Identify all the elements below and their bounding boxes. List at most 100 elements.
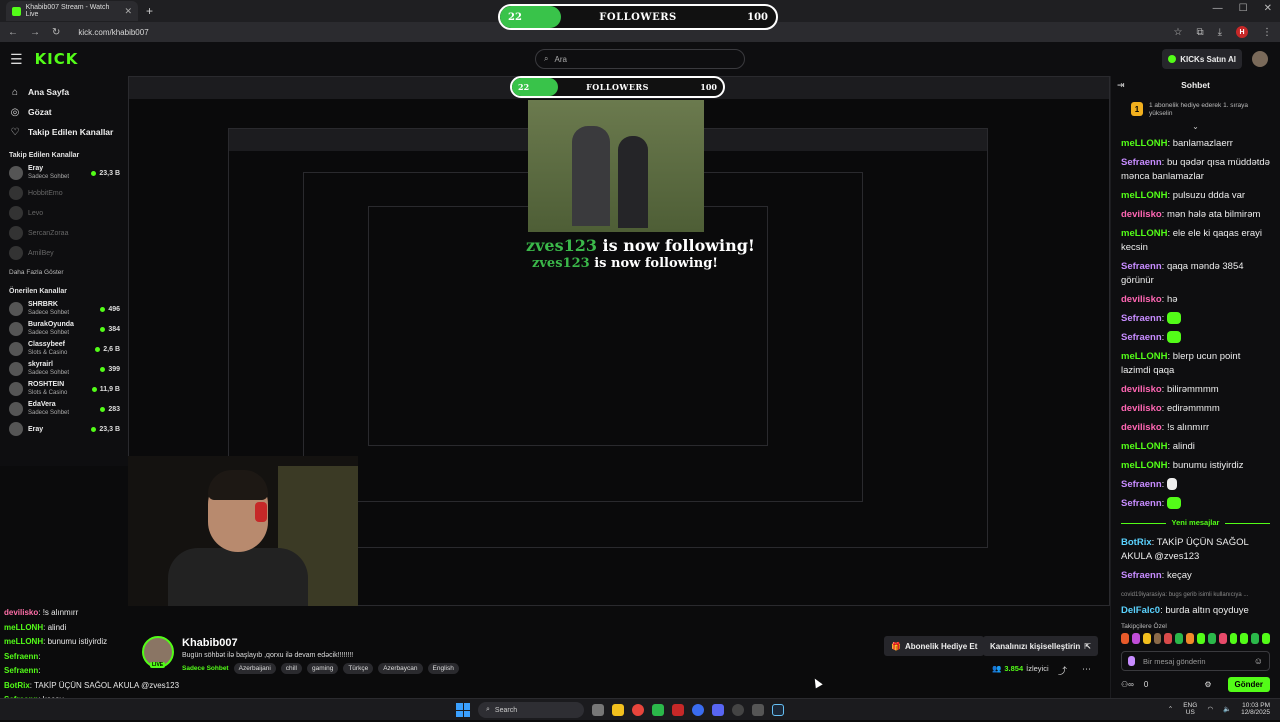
- follower-emote-icon[interactable]: [1154, 633, 1162, 644]
- follower-emote-icon[interactable]: [1240, 633, 1248, 644]
- app-icon-red[interactable]: [672, 704, 684, 716]
- channel-item[interactable]: EdaVeraSadece Sohbet283: [0, 399, 128, 419]
- stream-tag[interactable]: Azerbaijani: [234, 663, 276, 674]
- stream-tag[interactable]: Türkçe: [343, 663, 373, 674]
- chat-username[interactable]: meLLONH: [1121, 190, 1167, 201]
- menu-icon[interactable]: ☰: [10, 51, 23, 68]
- close-window-icon[interactable]: ✕: [1264, 3, 1272, 14]
- close-tab-icon[interactable]: ✕: [124, 6, 132, 17]
- steam-icon[interactable]: [772, 704, 784, 716]
- channel-item[interactable]: EraySadece Sohbet23,3 B: [0, 163, 128, 183]
- stream-tag[interactable]: chill: [281, 663, 302, 674]
- stream-tag[interactable]: Azerbaycan: [378, 663, 422, 674]
- obs-icon[interactable]: [732, 704, 744, 716]
- chat-username[interactable]: meLLONH: [1121, 138, 1167, 149]
- download-icon[interactable]: ⤓: [1218, 27, 1222, 38]
- minimize-icon[interactable]: —: [1213, 3, 1223, 14]
- channel-item[interactable]: ClassybeefSlots & Casino2,6 B: [0, 339, 128, 359]
- forward-icon[interactable]: →: [30, 27, 40, 38]
- channel-item[interactable]: SHRBRKSadece Sohbet496: [0, 299, 128, 319]
- maximize-icon[interactable]: ☐: [1239, 3, 1248, 14]
- streamer-name[interactable]: Khabib007: [182, 637, 238, 649]
- chat-username[interactable]: Sefraenn: [1121, 570, 1162, 581]
- settings-app-icon[interactable]: [752, 704, 764, 716]
- follower-emote-icon[interactable]: [1219, 633, 1227, 644]
- chat-username[interactable]: meLLONH: [1121, 441, 1167, 452]
- chat-username[interactable]: Sefraenn: [1121, 261, 1162, 272]
- channel-item[interactable]: BurakOyundaSadece Sohbet384: [0, 319, 128, 339]
- follower-emote-icon[interactable]: [1164, 633, 1172, 644]
- send-button[interactable]: Gönder: [1228, 677, 1270, 692]
- volume-icon[interactable]: 🔈: [1223, 705, 1231, 713]
- sidebar-nav-item[interactable]: ♡Takip Edilen Kanallar: [0, 122, 128, 142]
- chat-message-input[interactable]: Bir mesaj gönderin ☺: [1121, 651, 1270, 671]
- language-indicator[interactable]: ENG US: [1183, 702, 1197, 716]
- task-view-icon[interactable]: [592, 704, 604, 716]
- back-icon[interactable]: ←: [8, 27, 18, 38]
- follower-emote-icon[interactable]: [1186, 633, 1194, 644]
- channel-item[interactable]: skyrairlSadece Sohbet399: [0, 359, 128, 379]
- new-tab-button[interactable]: +: [146, 4, 153, 18]
- collapse-chat-icon[interactable]: ⇥: [1117, 80, 1125, 91]
- channel-item[interactable]: ROSHTEINSlots & Casino11,9 B: [0, 379, 128, 399]
- search-input[interactable]: ⌕ Ara: [535, 49, 745, 69]
- gift-subscription-button[interactable]: 🎁 Abonelik Hediye Et: [884, 636, 984, 656]
- reload-icon[interactable]: ↻: [52, 27, 60, 38]
- channel-item[interactable]: Levo: [0, 203, 128, 223]
- buy-kicks-button[interactable]: KICKs Satın Al: [1162, 49, 1242, 69]
- file-explorer-icon[interactable]: [612, 704, 624, 716]
- stream-category[interactable]: Sadece Sohbet: [182, 665, 229, 672]
- windows-start-icon[interactable]: [456, 703, 470, 717]
- browser-app-icon[interactable]: [692, 704, 704, 716]
- user-avatar[interactable]: [1252, 51, 1268, 67]
- tray-chevron-icon[interactable]: ⌃: [1168, 705, 1173, 713]
- chat-username[interactable]: Sefraenn: [1121, 498, 1162, 509]
- channel-item[interactable]: Eray23,3 B: [0, 419, 128, 439]
- channel-item[interactable]: HobbitEmo: [0, 183, 128, 203]
- settings-gear-icon[interactable]: ⚙: [1204, 680, 1211, 689]
- chat-username[interactable]: devilisko: [1121, 384, 1162, 395]
- chat-username[interactable]: Sefraenn: [1121, 332, 1162, 343]
- bookmark-star-icon[interactable]: ☆: [1173, 27, 1182, 38]
- follower-emote-icon[interactable]: [1143, 633, 1151, 644]
- follower-emote-icon[interactable]: [1197, 633, 1205, 644]
- browser-tab[interactable]: Khabib007 Stream - Watch Live ✕: [6, 1, 138, 21]
- follower-emote-icon[interactable]: [1230, 633, 1238, 644]
- sidebar-nav-item[interactable]: ⌂Ana Sayfa: [0, 82, 128, 102]
- chat-username[interactable]: devilisko: [1121, 422, 1162, 433]
- system-clock[interactable]: 10:03 PM 12/8/2025: [1241, 702, 1270, 716]
- extensions-icon[interactable]: ⧉: [1196, 27, 1203, 38]
- follower-emote-icon[interactable]: [1251, 633, 1259, 644]
- chat-username[interactable]: Sefraenn: [1121, 157, 1162, 168]
- expand-chevron-icon[interactable]: ⌄: [1111, 122, 1280, 131]
- follower-emote-icon[interactable]: [1121, 633, 1129, 644]
- emoji-icon[interactable]: ☺: [1254, 656, 1263, 666]
- follower-emote-icon[interactable]: [1262, 633, 1270, 644]
- channel-points-icon[interactable]: ⚇∞: [1121, 680, 1134, 689]
- channel-item[interactable]: AmilBey: [0, 243, 128, 263]
- discord-icon[interactable]: [712, 704, 724, 716]
- chat-username[interactable]: devilisko: [1121, 403, 1162, 414]
- chat-username[interactable]: devilisko: [1121, 209, 1162, 220]
- taskbar-search[interactable]: ⌕ Search: [478, 702, 584, 718]
- chrome-icon[interactable]: [632, 704, 644, 716]
- sidebar-nav-item[interactable]: ◎Gözat: [0, 102, 128, 122]
- chat-username[interactable]: devilisko: [1121, 294, 1162, 305]
- follower-emote-icon[interactable]: [1132, 633, 1140, 644]
- more-options-icon[interactable]: ⋯: [1082, 664, 1091, 675]
- chat-username[interactable]: meLLONH: [1121, 460, 1167, 471]
- browser-menu-icon[interactable]: ⋮: [1262, 27, 1272, 38]
- url-field[interactable]: kick.com/khabib007: [78, 28, 148, 37]
- follower-emote-icon[interactable]: [1208, 633, 1216, 644]
- chat-username[interactable]: meLLONH: [1121, 351, 1167, 362]
- xbox-icon[interactable]: [652, 704, 664, 716]
- stream-tag[interactable]: gaming: [307, 663, 338, 674]
- share-icon[interactable]: ⤴: [1058, 664, 1067, 677]
- channel-item[interactable]: SercanZoraa: [0, 223, 128, 243]
- profile-avatar[interactable]: H: [1236, 26, 1248, 38]
- stream-player[interactable]: zves123 is now following! zves123 is now…: [128, 76, 1110, 606]
- chat-username[interactable]: DelFalc0: [1121, 605, 1160, 616]
- show-more-link[interactable]: Daha Fazla Göster: [0, 263, 128, 278]
- kick-logo[interactable]: KICK: [35, 50, 79, 68]
- stream-tag[interactable]: English: [428, 663, 459, 674]
